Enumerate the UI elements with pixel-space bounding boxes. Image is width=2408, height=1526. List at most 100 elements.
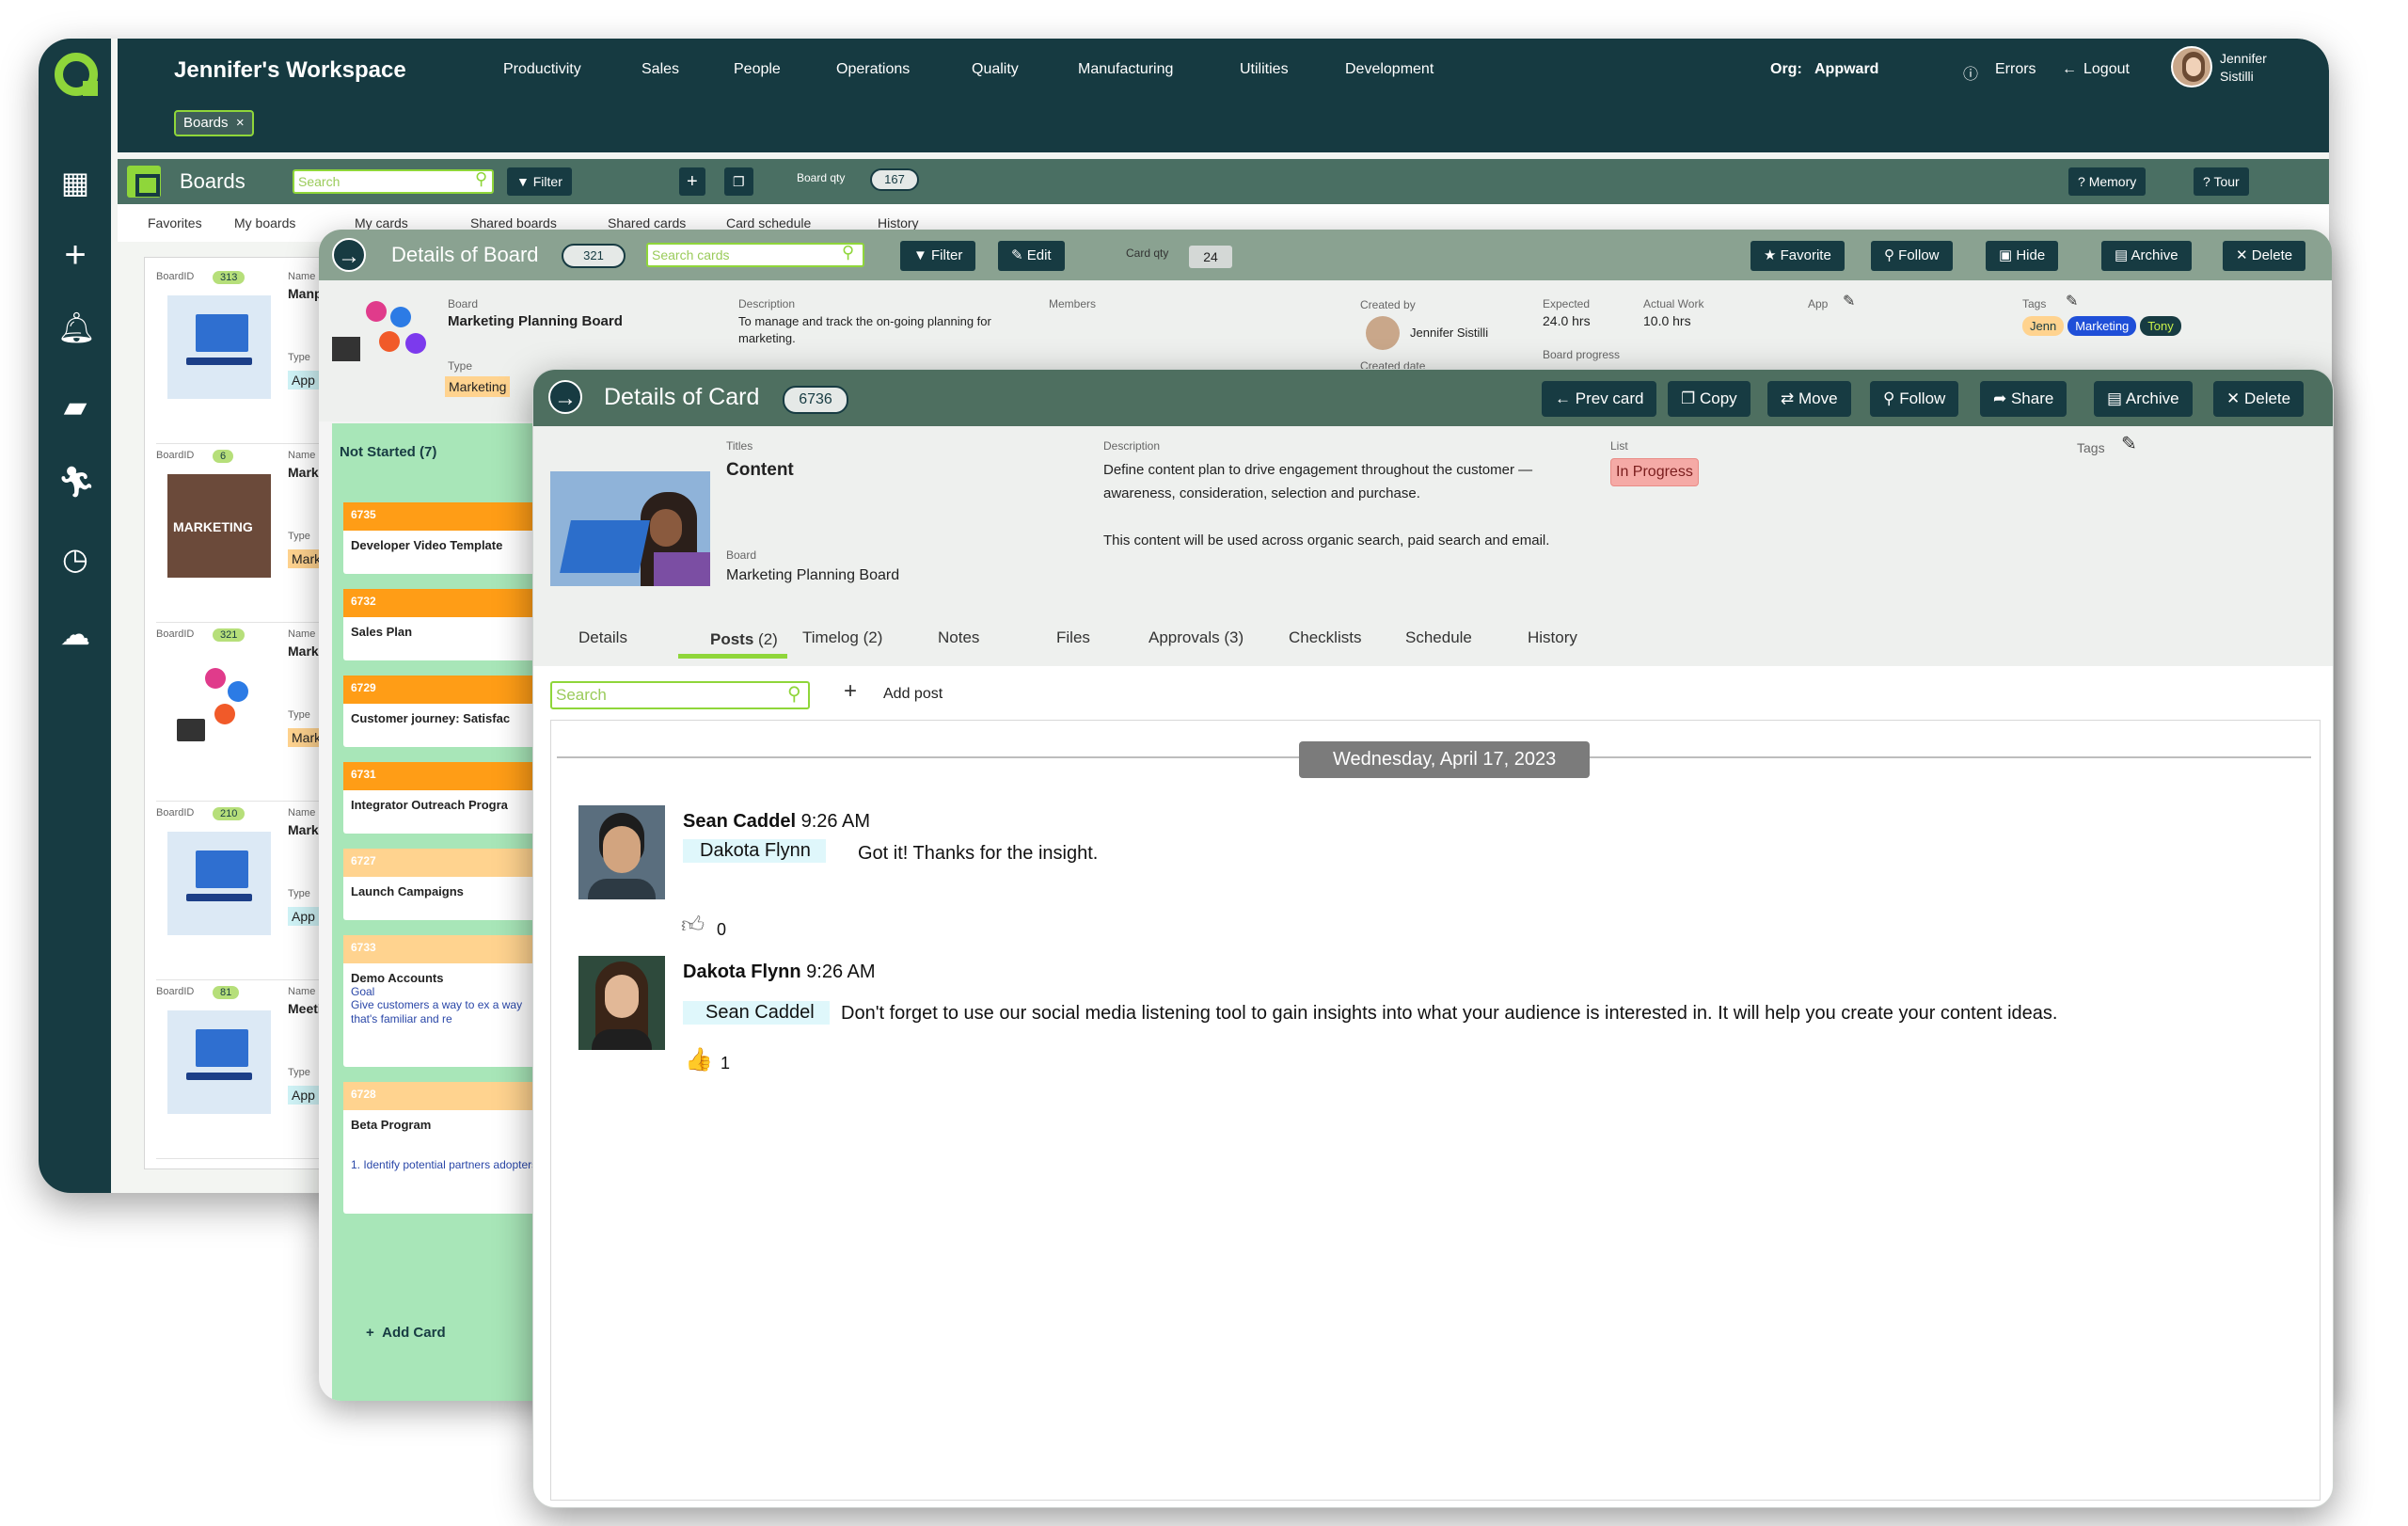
follow-card-button[interactable]: ⚲ Follow (1870, 381, 1959, 417)
board-thumbnail (167, 832, 271, 935)
tab-favorites[interactable]: Favorites (148, 215, 202, 230)
date-separator: Wednesday, April 17, 2023 (1299, 741, 1591, 778)
liked-icon[interactable]: 👍 (685, 1046, 713, 1073)
board-details-header: → Details of Board 321 Search cards ⚲ ▼ … (319, 230, 2332, 280)
open-tab-boards[interactable]: Boards × (174, 110, 254, 136)
kanban-card[interactable]: 6729 Customer journey: Satisfac (343, 676, 548, 747)
errors-link[interactable]: Errors (1995, 61, 2036, 78)
edit-board-button[interactable]: ✎ Edit (998, 241, 1065, 271)
search-icon[interactable]: ⚲ (787, 682, 801, 706)
posts-search-input[interactable]: Search (550, 681, 810, 709)
add-post-button[interactable]: Add post (883, 686, 943, 703)
nav-productivity[interactable]: Productivity (503, 61, 581, 78)
logout-link[interactable]: Logout (2083, 61, 2130, 78)
add-icon[interactable]: + (57, 236, 93, 274)
hide-button[interactable]: ▣ Hide (1986, 241, 2059, 271)
move-card-button[interactable]: ⇄ Move (1767, 381, 1851, 417)
add-post-icon[interactable]: + (844, 678, 857, 705)
copy-card-button[interactable]: ❐ Copy (1668, 381, 1751, 417)
kanban-card[interactable]: 6733 Demo Accounts Goal Give customers a… (343, 935, 548, 1067)
delete-card-button[interactable]: ✕ Delete (2213, 381, 2305, 417)
prev-card-button[interactable]: ← Prev card (1542, 381, 1657, 417)
activity-icon[interactable]: 🏃︎ (57, 464, 96, 500)
nav-utilities[interactable]: Utilities (1240, 61, 1289, 78)
archive-board-button[interactable]: ▤ Archive (2101, 241, 2192, 271)
clock-icon[interactable]: ◷ (57, 541, 93, 577)
add-board-button[interactable]: + (679, 167, 705, 196)
avatar (578, 805, 665, 899)
post-text: Got it! Thanks for the insight. (858, 843, 1099, 864)
logout-arrow-icon[interactable]: ← (2062, 61, 2077, 78)
edit-tags-icon[interactable]: ✎ (2121, 432, 2137, 455)
follow-board-button[interactable]: ⚲ Follow (1871, 241, 1953, 271)
post-mention[interactable]: Sean Caddel (683, 1001, 830, 1025)
appward-logo (55, 53, 98, 96)
tab-posts[interactable]: Posts (2) (710, 630, 778, 649)
tab-checklists[interactable]: Checklists (1289, 628, 1361, 647)
copy-board-button[interactable]: ❐ (724, 167, 753, 196)
nav-sales[interactable]: Sales (642, 61, 679, 78)
tab-card-schedule[interactable]: Card schedule (726, 215, 811, 230)
tab-details[interactable]: Details (578, 628, 627, 647)
tag-chip[interactable]: Tony (2140, 316, 2181, 336)
memory-button[interactable]: ? Memory (2068, 167, 2147, 196)
apps-grid-icon[interactable]: ▦ (57, 165, 93, 200)
back-arrow-icon[interactable]: → (548, 380, 582, 414)
tab-my-cards[interactable]: My cards (355, 215, 408, 230)
tab-files[interactable]: Files (1056, 628, 1090, 647)
nav-manufacturing[interactable]: Manufacturing (1078, 61, 1173, 78)
board-type-tag: App (288, 1086, 319, 1105)
search-icon[interactable]: ⚲ (475, 169, 487, 189)
nav-quality[interactable]: Quality (972, 61, 1019, 78)
edit-tags-icon[interactable]: ✎ (2066, 292, 2078, 310)
tag-chip[interactable]: Jenn (2022, 316, 2065, 336)
delete-board-button[interactable]: ✕ Delete (2223, 241, 2306, 271)
board-id-badge: 6 (213, 450, 234, 463)
board-name: Mark (288, 465, 319, 480)
search-cards-input[interactable]: Search cards (646, 243, 864, 267)
favorite-button[interactable]: ★ Favorite (1751, 241, 1845, 271)
kanban-card[interactable]: 6735 Developer Video Template (343, 502, 548, 574)
tab-approvals[interactable]: Approvals (3) (1149, 628, 1244, 647)
add-card-button[interactable]: + Add Card (366, 1325, 446, 1341)
boards-search-input[interactable]: Search (293, 169, 494, 194)
org-name[interactable]: Appward (1814, 61, 1878, 78)
tab-history[interactable]: History (878, 215, 919, 230)
share-card-button[interactable]: ➦ Share (1980, 381, 2067, 417)
info-icon[interactable]: ⓘ (1963, 61, 1978, 84)
boards-filter-button[interactable]: ▼ Filter (507, 167, 572, 196)
edit-app-icon[interactable]: ✎ (1843, 292, 1855, 310)
post-author: Dakota Flynn 9:26 AM (683, 962, 876, 982)
tab-shared-cards[interactable]: Shared cards (608, 215, 686, 230)
cloud-upload-icon[interactable]: ☁ (57, 616, 93, 652)
nav-people[interactable]: People (734, 61, 781, 78)
kanban-card[interactable]: 6732 Sales Plan (343, 589, 548, 660)
like-icon[interactable]: 👍︎ (681, 913, 705, 939)
tab-notes[interactable]: Notes (938, 628, 979, 647)
user-avatar[interactable] (2171, 46, 2212, 87)
post-mention[interactable]: Dakota Flynn (683, 839, 826, 863)
tab-timelog[interactable]: Timelog (2) (802, 628, 882, 647)
kanban-card[interactable]: 6727 Launch Campaigns (343, 849, 548, 920)
post-text: Don't forget to use our social media lis… (841, 1003, 2058, 1024)
archive-card-button[interactable]: ▤ Archive (2094, 381, 2193, 417)
search-icon[interactable]: ⚲ (842, 243, 854, 262)
cards-filter-button[interactable]: ▼ Filter (900, 241, 976, 271)
kanban-card[interactable]: 6728 Beta Program 1. Identify potential … (343, 1082, 548, 1214)
tab-my-boards[interactable]: My boards (234, 215, 295, 230)
back-arrow-icon[interactable]: → (332, 238, 366, 272)
bell-icon[interactable]: 🔔︎ (57, 310, 96, 345)
nav-development[interactable]: Development (1345, 61, 1434, 78)
tag-chip[interactable]: Marketing (2067, 316, 2137, 336)
kanban-card[interactable]: 6731 Integrator Outreach Progra (343, 762, 548, 834)
card-title: Content (726, 460, 794, 480)
tab-schedule[interactable]: Schedule (1405, 628, 1472, 647)
tab-history[interactable]: History (1528, 628, 1577, 647)
close-icon[interactable]: × (236, 112, 245, 135)
status-badge[interactable]: In Progress (1610, 458, 1699, 486)
card-qty-label: Card qty (1126, 246, 1169, 260)
tour-button[interactable]: ? Tour (2194, 167, 2249, 196)
chat-icon[interactable]: ▰ (57, 389, 93, 424)
tab-shared-boards[interactable]: Shared boards (470, 215, 557, 230)
nav-operations[interactable]: Operations (836, 61, 910, 78)
